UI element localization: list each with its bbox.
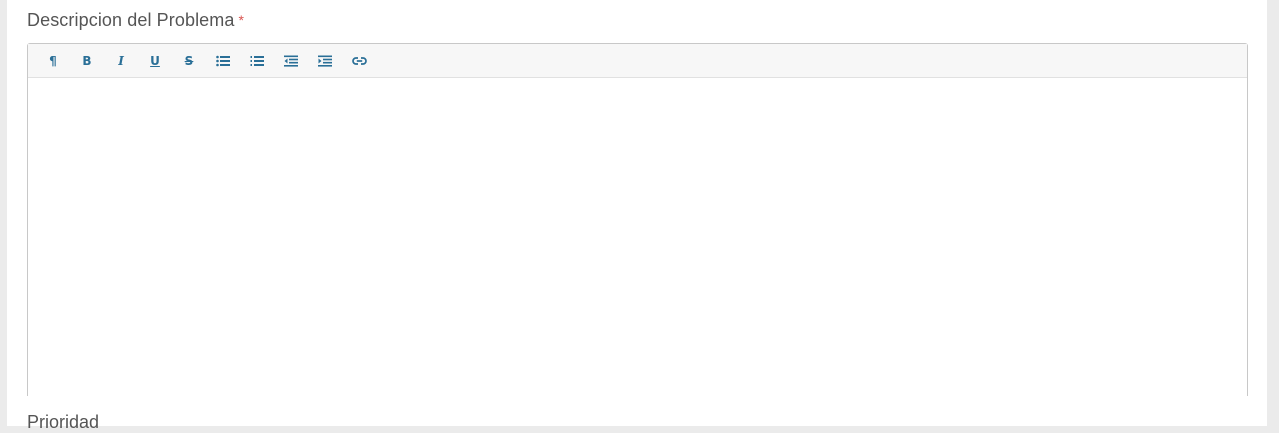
bold-icon: B [82, 53, 92, 68]
underline-icon: U [150, 53, 160, 68]
editor-toolbar: ¶ B I U S [28, 44, 1247, 78]
bullet-list-icon [216, 55, 230, 66]
link-icon [351, 56, 367, 65]
strikethrough-icon: S [184, 53, 194, 68]
paragraph-button[interactable]: ¶ [36, 44, 70, 77]
indent-icon [318, 55, 332, 67]
italic-button[interactable]: I [104, 44, 138, 77]
indent-button[interactable] [308, 44, 342, 77]
italic-icon: I [118, 53, 124, 68]
form-panel-lower [7, 396, 1267, 426]
link-button[interactable] [342, 44, 376, 77]
outdent-button[interactable] [274, 44, 308, 77]
required-marker: * [238, 12, 245, 28]
rich-text-editor: ¶ B I U S [27, 43, 1248, 403]
bullet-list-button[interactable] [206, 44, 240, 77]
description-label-text: Descripcion del Problema [27, 10, 235, 30]
paragraph-icon: ¶ [49, 53, 57, 68]
editor-content-area[interactable] [28, 78, 1247, 403]
description-field-label: Descripcion del Problema * [27, 10, 244, 31]
outdent-icon [284, 55, 298, 67]
priority-field-label: Prioridad [27, 412, 100, 432]
numbered-list-button[interactable] [240, 44, 274, 77]
numbered-list-icon [250, 55, 264, 66]
strikethrough-button[interactable]: S [172, 44, 206, 77]
underline-button[interactable]: U [138, 44, 172, 77]
bold-button[interactable]: B [70, 44, 104, 77]
